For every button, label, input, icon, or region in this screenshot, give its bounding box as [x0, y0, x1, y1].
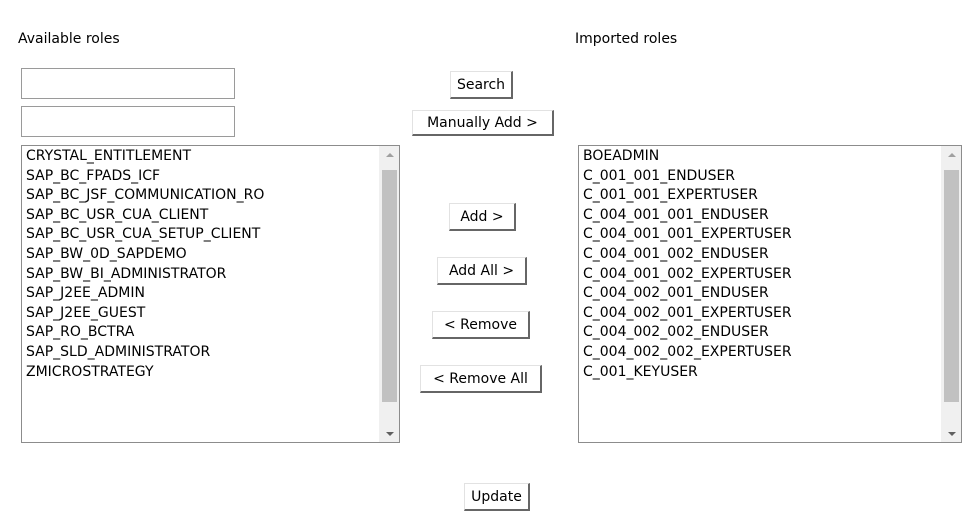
available-roles-list[interactable]: CRYSTAL_ENTITLEMENT SAP_BC_FPADS_ICF SAP_B…: [21, 145, 400, 443]
list-item[interactable]: C_004_002_002_ENDUSER: [583, 323, 939, 343]
list-item[interactable]: SAP_J2EE_GUEST: [26, 304, 377, 324]
update-button[interactable]: Update: [464, 483, 530, 511]
list-item[interactable]: C_001_KEYUSER: [583, 363, 939, 383]
chevron-down-icon[interactable]: [380, 425, 399, 442]
manual-role-input[interactable]: [21, 106, 235, 137]
list-item[interactable]: SAP_SLD_ADMINISTRATOR: [26, 343, 377, 363]
remove-button[interactable]: < Remove: [432, 311, 530, 339]
list-item[interactable]: SAP_BW_0D_SAPDEMO: [26, 245, 377, 265]
search-button[interactable]: Search: [450, 71, 513, 99]
imported-roles-scrollbar[interactable]: [941, 146, 961, 442]
list-item[interactable]: C_001_001_EXPERTUSER: [583, 186, 939, 206]
list-item[interactable]: C_004_001_001_ENDUSER: [583, 206, 939, 226]
list-item[interactable]: SAP_BW_BI_ADMINISTRATOR: [26, 265, 377, 285]
list-item[interactable]: ZMICROSTRATEGY: [26, 363, 377, 383]
list-item[interactable]: CRYSTAL_ENTITLEMENT: [26, 147, 377, 167]
list-item[interactable]: C_004_002_001_EXPERTUSER: [583, 304, 939, 324]
list-item[interactable]: C_004_002_002_EXPERTUSER: [583, 343, 939, 363]
available-roles-items: CRYSTAL_ENTITLEMENT SAP_BC_FPADS_ICF SAP_B…: [26, 147, 377, 382]
list-item[interactable]: SAP_BC_USR_CUA_SETUP_CLIENT: [26, 225, 377, 245]
scrollbar-thumb[interactable]: [944, 170, 959, 402]
list-item[interactable]: C_004_001_001_EXPERTUSER: [583, 225, 939, 245]
manually-add-button[interactable]: Manually Add >: [412, 110, 554, 136]
imported-roles-items: BOEADMIN C_001_001_ENDUSER C_001_001_EXPER…: [583, 147, 939, 382]
available-roles-scrollbar[interactable]: [379, 146, 399, 442]
list-item[interactable]: C_004_001_002_EXPERTUSER: [583, 265, 939, 285]
add-button[interactable]: Add >: [449, 203, 516, 231]
list-item[interactable]: SAP_BC_USR_CUA_CLIENT: [26, 206, 377, 226]
remove-all-button[interactable]: < Remove All: [420, 365, 542, 393]
imported-roles-list[interactable]: BOEADMIN C_001_001_ENDUSER C_001_001_EXPER…: [578, 145, 962, 443]
chevron-up-icon[interactable]: [380, 146, 399, 163]
list-item[interactable]: BOEADMIN: [583, 147, 939, 167]
chevron-down-icon[interactable]: [942, 425, 961, 442]
imported-roles-heading: Imported roles: [575, 31, 678, 47]
add-all-button[interactable]: Add All >: [437, 257, 527, 285]
list-item[interactable]: SAP_BC_JSF_COMMUNICATION_RO: [26, 186, 377, 206]
list-item[interactable]: SAP_BC_FPADS_ICF: [26, 167, 377, 187]
list-item[interactable]: SAP_RO_BCTRA: [26, 323, 377, 343]
list-item[interactable]: C_004_002_001_ENDUSER: [583, 284, 939, 304]
search-input[interactable]: [21, 68, 235, 99]
list-item[interactable]: C_001_001_ENDUSER: [583, 167, 939, 187]
list-item[interactable]: C_004_001_002_ENDUSER: [583, 245, 939, 265]
scrollbar-thumb[interactable]: [382, 170, 397, 402]
available-roles-heading: Available roles: [18, 31, 120, 47]
list-item[interactable]: SAP_J2EE_ADMIN: [26, 284, 377, 304]
chevron-up-icon[interactable]: [942, 146, 961, 163]
